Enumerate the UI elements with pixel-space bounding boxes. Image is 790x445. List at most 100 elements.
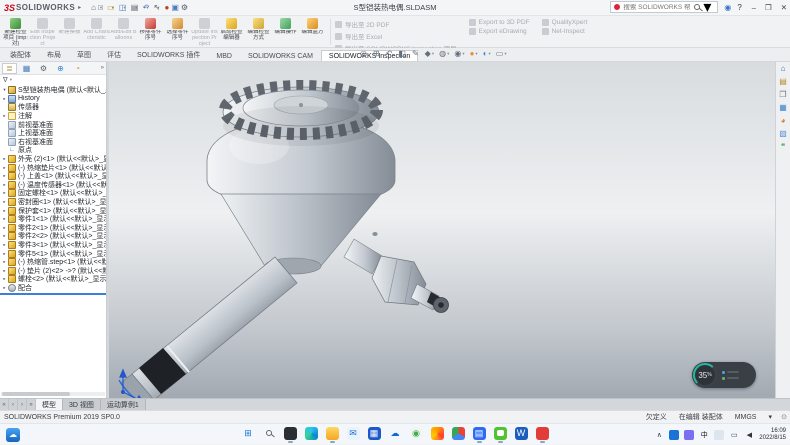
- browser-orange-icon[interactable]: [429, 427, 445, 443]
- panel-tabs-overflow-icon[interactable]: »: [101, 65, 104, 71]
- hide-show-items-icon[interactable]: ◉ ▾: [454, 49, 464, 58]
- tray-security-icon[interactable]: [684, 430, 694, 440]
- expand-arrow-icon[interactable]: ▸: [1, 268, 8, 274]
- expand-arrow-icon[interactable]: ▸: [1, 216, 8, 222]
- tree-component[interactable]: ▸ 螺栓<2> (默认<<默认>_显示状态: [1, 275, 106, 284]
- search-button[interactable]: [261, 427, 277, 443]
- tree-origin[interactable]: ∟ 原点: [1, 146, 106, 155]
- view-settings-icon[interactable]: ▭ ▾: [496, 49, 507, 58]
- expand-arrow-icon[interactable]: ▸: [1, 225, 8, 231]
- tree-component[interactable]: ▸ 零件5<1> (默认<<默认>_显示状: [1, 249, 106, 258]
- update-inspection-project-button[interactable]: Update Inspection Project: [191, 17, 218, 47]
- restore-button[interactable]: ❐: [765, 3, 772, 12]
- app-dark-icon[interactable]: [282, 427, 298, 443]
- tray-chevron-icon[interactable]: ∧: [654, 430, 664, 440]
- expand-arrow-icon[interactable]: ▸: [1, 242, 8, 248]
- tree-component[interactable]: ▸ 保护套<1> (默认<<默认>_显示状: [1, 206, 106, 215]
- sign-in-icon[interactable]: ◉: [724, 3, 731, 12]
- expand-arrow-icon[interactable]: ▸: [1, 190, 8, 196]
- configurationmanager-tab[interactable]: ⚙: [36, 63, 51, 74]
- tree-component[interactable]: ▸ (-) 温度传感器<1> (默认<<默认>_: [1, 181, 106, 190]
- propertymanager-tab[interactable]: ▦: [19, 63, 34, 74]
- remove-balloons-button[interactable]: 移除零件序号: [137, 17, 164, 47]
- tree-history[interactable]: ▸ History: [1, 95, 106, 104]
- tree-top-plane[interactable]: 上视基准面: [1, 129, 106, 138]
- doc-tab-3dviews[interactable]: 3D 视图: [63, 399, 101, 410]
- edit-inspection-method-button[interactable]: 编辑检查方式: [245, 17, 272, 47]
- launch-inspection-editor-button[interactable]: 启动检查编辑器: [218, 17, 245, 47]
- expand-arrow-icon[interactable]: ▸: [1, 182, 8, 188]
- file-explorer-pane-icon[interactable]: ❒: [779, 90, 786, 100]
- tree-annotations[interactable]: ▸ 注解: [1, 112, 106, 121]
- expand-arrow-icon[interactable]: ▸: [1, 199, 8, 205]
- display-style-icon[interactable]: ◍ ▾: [439, 49, 449, 58]
- view-orientation-icon[interactable]: ◆ ▾: [425, 49, 434, 58]
- design-library-icon[interactable]: ▤: [779, 77, 787, 87]
- section-view-icon[interactable]: ◧: [398, 49, 407, 58]
- home-icon[interactable]: ⌂: [91, 4, 93, 12]
- filter-dropdown-icon[interactable]: ▾: [10, 77, 12, 83]
- tree-component[interactable]: ▸ 零件2<2> (默认<<默认>_显示状: [1, 232, 106, 241]
- tree-component[interactable]: ▸ (-) 垫片 (2)<2> ->? (默认<<默认: [1, 266, 106, 275]
- tree-component[interactable]: ▸ (-) 上盖<1> (默认<<默认>_显示状: [1, 172, 106, 181]
- edit-appearance-icon[interactable]: ● ▾: [470, 49, 478, 58]
- onedrive-icon[interactable]: ☁: [387, 427, 403, 443]
- edit-operation-button[interactable]: 编辑操作: [272, 17, 299, 47]
- net-inspect-item[interactable]: Net-Inspect: [542, 28, 588, 35]
- doc-tab-scroll-button[interactable]: «: [0, 399, 9, 410]
- graphics-viewport[interactable]: 35%: [109, 62, 775, 398]
- word-icon[interactable]: W: [513, 427, 529, 443]
- tree-component[interactable]: ▸ (-) 热缩垫片<1> (默认<<默认>_显: [1, 163, 106, 172]
- 3d-model-canvas[interactable]: [109, 62, 775, 398]
- expand-arrow-icon[interactable]: ▸: [1, 113, 8, 119]
- displaymanager-tab[interactable]: ◔: [70, 63, 85, 74]
- expand-arrow-icon[interactable]: ▸: [1, 96, 8, 102]
- doc-tab-motionstudy[interactable]: 运动算例1: [101, 399, 146, 410]
- tab-evaluate[interactable]: 评估: [99, 47, 129, 61]
- forum-icon[interactable]: ❝: [781, 142, 785, 152]
- save-icon[interactable]: ◫ ▾: [119, 4, 126, 12]
- close-button[interactable]: ✕: [781, 3, 787, 12]
- tab-layout[interactable]: 布局: [39, 47, 69, 61]
- menu-expand-arrow-icon[interactable]: ▸: [78, 4, 81, 11]
- tray-onedrive-icon[interactable]: [669, 430, 679, 440]
- tree-component[interactable]: ▸ 外壳 (2)<1> (默认<<默认>_显示状: [1, 155, 106, 164]
- open-icon[interactable]: ▭ ▾: [107, 4, 114, 12]
- status-editing[interactable]: 在编辑 装配体: [679, 412, 723, 422]
- add-characteristic-button[interactable]: Add Characteristic: [83, 17, 110, 47]
- add-edit-balloons-button[interactable]: Add/Edit Balloons: [110, 17, 137, 47]
- status-units-dropdown[interactable]: ▾: [768, 413, 772, 421]
- tree-component[interactable]: ▸ (-) 热缩管.step<1> (默认<<默认>: [1, 258, 106, 267]
- expand-arrow-icon[interactable]: ▸: [1, 259, 8, 265]
- volume-tray-icon[interactable]: ◀: [744, 430, 754, 440]
- app-light-icon[interactable]: ◉: [408, 427, 424, 443]
- edge-icon[interactable]: [303, 427, 319, 443]
- options-icon[interactable]: ⚙ ▾: [181, 4, 187, 12]
- model-cone-screw[interactable]: [372, 232, 377, 236]
- chrome-icon[interactable]: [450, 427, 466, 443]
- expand-arrow-icon[interactable]: ▾: [1, 87, 8, 93]
- tab-assembly[interactable]: 装配体: [2, 47, 39, 61]
- start-button[interactable]: ⊞: [240, 427, 256, 443]
- edit-inspection-project-button[interactable]: Edit Inspection Project: [29, 17, 56, 47]
- help-search-box[interactable]: ▾: [610, 1, 718, 13]
- apply-scene-icon[interactable]: ◐ ▾: [483, 49, 491, 58]
- zoom-area-icon[interactable]: ⊞: [373, 49, 381, 58]
- dimxpertmanager-tab[interactable]: ⊕: [53, 63, 68, 74]
- expand-arrow-icon[interactable]: ▸: [1, 156, 8, 162]
- expand-arrow-icon[interactable]: ▸: [1, 173, 8, 179]
- expand-arrow-icon[interactable]: ▸: [1, 251, 8, 257]
- export-2d-pdf-item[interactable]: 导出至 2D PDF: [335, 19, 457, 29]
- expand-arrow-icon[interactable]: ▸: [1, 276, 8, 282]
- dictionary-icon[interactable]: ▤: [471, 427, 487, 443]
- help-button[interactable]: ?: [737, 3, 741, 12]
- wechat-icon[interactable]: [492, 427, 508, 443]
- tree-front-plane[interactable]: 前视基准面: [1, 120, 106, 129]
- doc-tab-model[interactable]: 模型: [36, 399, 63, 410]
- resources-home-icon[interactable]: ⌂: [781, 64, 786, 74]
- widgets-icon[interactable]: ☁: [6, 428, 20, 442]
- export-3d-pdf-item[interactable]: Export to 3D PDF: [469, 19, 530, 26]
- new-template-button[interactable]: 新建模板: [56, 17, 83, 47]
- expand-arrow-icon[interactable]: ▸: [1, 208, 8, 214]
- select-balloons-button[interactable]: 选择零件序号: [164, 17, 191, 47]
